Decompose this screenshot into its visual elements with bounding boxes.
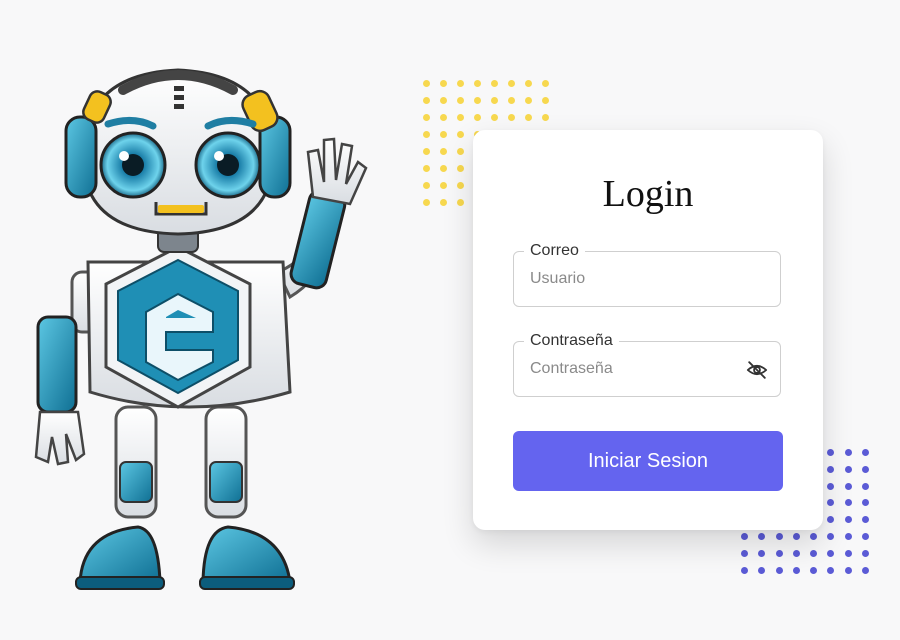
login-submit-button[interactable]: Iniciar Sesion <box>513 431 783 491</box>
login-card: Login Correo Contraseña Iniciar Sesion <box>473 130 823 530</box>
email-field-container: Correo <box>513 241 781 307</box>
login-title: Login <box>602 173 694 215</box>
robot-mascot-illustration <box>34 68 368 590</box>
email-input[interactable] <box>530 252 740 306</box>
login-page: Login Correo Contraseña Iniciar Sesion <box>0 0 900 640</box>
password-field-container: Contraseña <box>513 331 781 397</box>
password-input[interactable] <box>530 342 740 396</box>
eye-off-icon <box>746 361 768 379</box>
toggle-password-visibility-button[interactable] <box>744 357 770 383</box>
